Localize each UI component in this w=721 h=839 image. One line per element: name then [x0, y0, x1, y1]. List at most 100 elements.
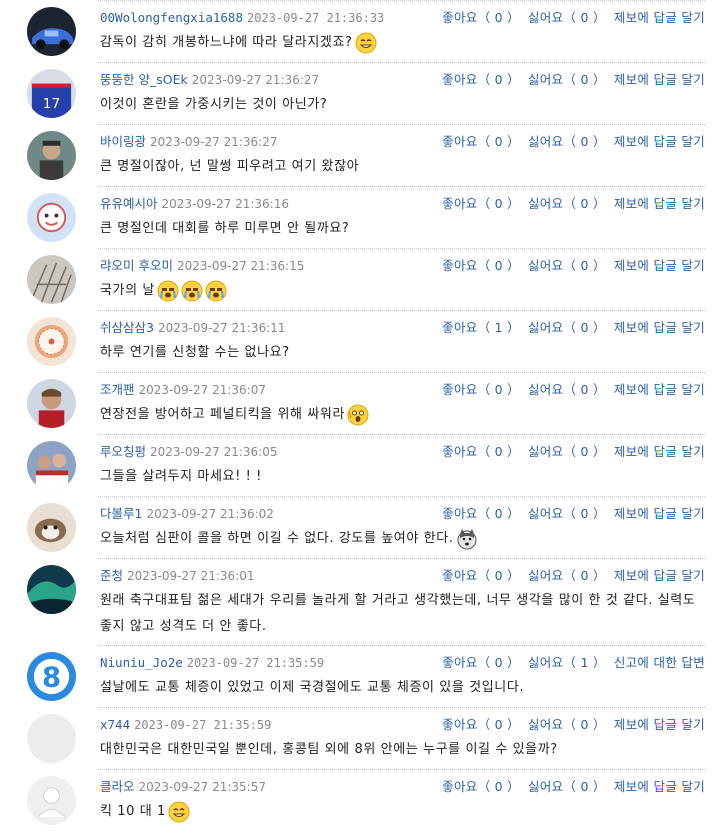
- report-button[interactable]: 제보에: [614, 134, 649, 149]
- comment-text: 연장전을 방어하고 페널티킥을 위해 싸워라: [100, 402, 705, 428]
- dislike-button[interactable]: 싫어요（ 0 ）: [528, 72, 606, 87]
- username-link[interactable]: 루오칭펑: [100, 444, 146, 459]
- username-link[interactable]: 뚱뚱한 양_sOEk: [100, 72, 188, 87]
- username-link[interactable]: 유유예시아: [100, 196, 158, 211]
- cat-avatar[interactable]: [27, 503, 76, 552]
- like-count: 0: [494, 134, 503, 149]
- reply-button[interactable]: 답글 달기: [654, 779, 705, 794]
- dislike-button[interactable]: 싫어요（ 0 ）: [528, 506, 606, 521]
- dislike-button[interactable]: 싫어요（ 0 ）: [528, 134, 606, 149]
- reply-button[interactable]: 답글 달기: [654, 196, 705, 211]
- car-avatar[interactable]: [27, 7, 76, 56]
- reply-button[interactable]: 답글 달기: [654, 382, 705, 397]
- blank-avatar[interactable]: [27, 714, 76, 763]
- like-button[interactable]: 좋아요（ 0 ）: [442, 382, 520, 397]
- report-label: 제보: [613, 134, 638, 149]
- dislike-button[interactable]: 싫어요（ 0 ）: [528, 258, 606, 273]
- report-suffix: 에: [637, 258, 650, 273]
- crying-emoji: [157, 280, 179, 302]
- dislike-button[interactable]: 싫어요（ 0 ）: [528, 320, 606, 335]
- report-button[interactable]: 제보에: [614, 717, 649, 732]
- username-link[interactable]: 클라오: [100, 779, 135, 794]
- like-button[interactable]: 좋아요（ 0 ）: [442, 134, 520, 149]
- reply-button[interactable]: 답글 달기: [654, 717, 705, 732]
- like-button[interactable]: 좋아요（ 0 ）: [442, 258, 520, 273]
- number8-avatar[interactable]: 8: [27, 652, 76, 701]
- dislike-button[interactable]: 싫어요（ 0 ）: [528, 779, 606, 794]
- username-link[interactable]: 00Wolongfengxia1688: [100, 10, 243, 25]
- comment-actions: 좋아요（ 0 ） 싫어요（ 0 ） 제보에 답글 달기: [442, 441, 705, 460]
- report-button[interactable]: 제보에: [614, 779, 649, 794]
- aurora-avatar[interactable]: [27, 565, 76, 614]
- comment-item: 조개팬 2023-09-27 21:36:07 좋아요（ 0 ） 싫어요（ 0 ） 제보…: [0, 372, 721, 434]
- comment-text: 큰 명절이잖아, 넌 말썽 피우려고 여기 왔잖아: [100, 154, 705, 180]
- reply-button[interactable]: 답글 달기: [654, 320, 705, 335]
- report-suffix: 에: [637, 717, 650, 732]
- username-link[interactable]: 바이링광: [100, 134, 146, 149]
- comment-header: 유유예시아 2023-09-27 21:36:16 좋아요（ 0 ） 싫어요（ 0 ）…: [100, 193, 705, 211]
- like-button[interactable]: 좋아요（ 0 ）: [442, 506, 520, 521]
- comment-actions: 좋아요（ 0 ） 싫어요（ 0 ） 제보에 답글 달기: [442, 503, 705, 522]
- dislike-button[interactable]: 싫어요（ 0 ）: [528, 382, 606, 397]
- branches-avatar[interactable]: [27, 255, 76, 304]
- like-button[interactable]: 좋아요（ 0 ）: [442, 655, 520, 670]
- report-button[interactable]: 제보에: [614, 258, 649, 273]
- like-button[interactable]: 좋아요（ 0 ）: [442, 72, 520, 87]
- report-button[interactable]: 제보에: [614, 10, 649, 25]
- reply-button[interactable]: 답글 달기: [654, 258, 705, 273]
- like-button[interactable]: 좋아요（ 0 ）: [442, 444, 520, 459]
- username-link[interactable]: 조개팬: [100, 382, 135, 397]
- reply-button[interactable]: 답글 달기: [654, 72, 705, 87]
- like-button[interactable]: 좋아요（ 0 ）: [442, 196, 520, 211]
- comment-text: 킥 10 대 1: [100, 799, 705, 825]
- dislike-button[interactable]: 싫어요（ 0 ）: [528, 196, 606, 211]
- reply-button[interactable]: 답글 달기: [654, 568, 705, 583]
- report-label: 제보: [613, 444, 638, 459]
- report-suffix: 에: [637, 320, 650, 335]
- dislike-button[interactable]: 싫어요（ 0 ）: [528, 717, 606, 732]
- report-button[interactable]: 제보에: [614, 506, 649, 521]
- like-button[interactable]: 좋아요（ 0 ）: [442, 10, 520, 25]
- comment-timestamp: 2023-09-27 21:35:57: [138, 780, 266, 794]
- report-button[interactable]: 제보에: [614, 72, 649, 87]
- report-button[interactable]: 제보에: [614, 382, 649, 397]
- like-button[interactable]: 좋아요（ 0 ）: [442, 717, 520, 732]
- dislike-button[interactable]: 싫어요（ 0 ）: [528, 10, 606, 25]
- report-button[interactable]: 제보에: [614, 568, 649, 583]
- username-link[interactable]: x744: [100, 717, 130, 732]
- reply-button[interactable]: 답글 달기: [654, 506, 705, 521]
- cartoon-avatar[interactable]: [27, 193, 76, 242]
- username-link[interactable]: 다볼루1: [100, 506, 142, 521]
- dislike-label: 싫어요: [527, 196, 564, 211]
- reply-button[interactable]: 답글 달기: [654, 10, 705, 25]
- username-link[interactable]: 쉬삼삼삼3: [100, 320, 154, 335]
- username-link[interactable]: Niuniu_Jo2e: [100, 655, 183, 670]
- report-button[interactable]: 신고에: [614, 655, 649, 670]
- username-link[interactable]: 준청: [100, 568, 123, 583]
- reply-button[interactable]: 답글 달기: [654, 444, 705, 459]
- player-avatar[interactable]: [27, 379, 76, 428]
- default-user-avatar[interactable]: [27, 776, 76, 825]
- crowd-avatar[interactable]: [27, 441, 76, 490]
- dislike-button[interactable]: 싫어요（ 1 ）: [528, 655, 606, 670]
- report-button[interactable]: 제보에: [614, 444, 649, 459]
- cookie-avatar[interactable]: [27, 317, 76, 366]
- report-suffix: 에: [637, 655, 650, 670]
- dislike-button[interactable]: 싫어요（ 0 ）: [528, 444, 606, 459]
- report-button[interactable]: 제보에: [614, 320, 649, 335]
- like-count: 0: [494, 196, 503, 211]
- jersey-avatar[interactable]: 17: [27, 69, 76, 118]
- like-count: 0: [494, 568, 503, 583]
- report-button[interactable]: 제보에: [614, 196, 649, 211]
- like-button[interactable]: 좋아요（ 0 ）: [442, 568, 520, 583]
- dislike-count: 0: [580, 72, 589, 87]
- like-label: 좋아요: [442, 196, 478, 211]
- username-link[interactable]: 랴오미 후오미: [100, 258, 173, 273]
- like-button[interactable]: 좋아요（ 1 ）: [442, 320, 520, 335]
- comment-text-content: 감독이 감히 개봉하느냐에 따라 달라지겠죠?: [100, 35, 353, 50]
- reply-button[interactable]: 답글 달기: [654, 134, 705, 149]
- portrait-avatar[interactable]: [27, 131, 76, 180]
- dislike-button[interactable]: 싫어요（ 0 ）: [528, 568, 606, 583]
- like-button[interactable]: 좋아요（ 0 ）: [442, 779, 520, 794]
- reply-button[interactable]: 대한 답변: [654, 655, 705, 670]
